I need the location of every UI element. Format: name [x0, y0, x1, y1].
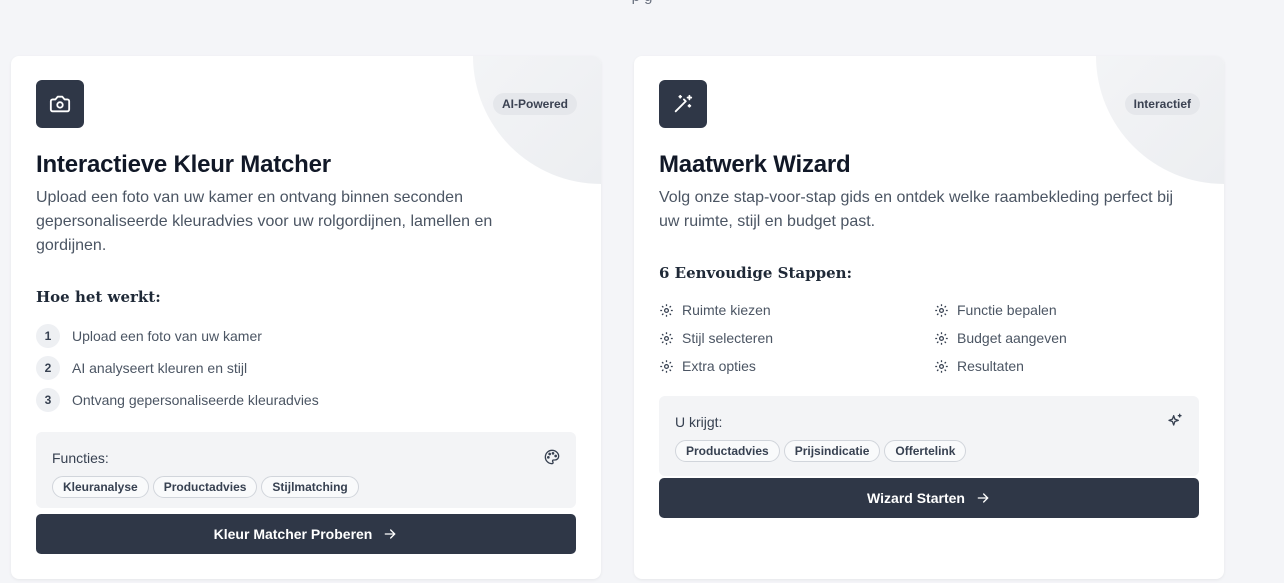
- feature-chip: Stijlmatching: [261, 476, 359, 498]
- benefit-chip: Productadvies: [675, 440, 780, 462]
- corner-decoration: [473, 56, 601, 184]
- step-text: Functie bepalen: [957, 302, 1057, 318]
- step-number: 3: [36, 388, 60, 412]
- features-chips: Kleuranalyse Productadvies Stijlmatching: [52, 476, 359, 498]
- gear-icon: [660, 359, 673, 373]
- step-text: Ontvang gepersonaliseerde kleuradvies: [72, 392, 319, 408]
- step-text: AI analyseert kleuren en stijl: [72, 360, 248, 376]
- step-item: 2 AI analyseert kleuren en stijl: [36, 352, 319, 384]
- wizard-start-button[interactable]: Wizard Starten: [659, 478, 1199, 518]
- step-item: 1 Upload een foto van uw kamer: [36, 320, 319, 352]
- step-item: Budget aangeven: [934, 324, 1209, 352]
- steps-list: 1 Upload een foto van uw kamer 2 AI anal…: [36, 320, 319, 416]
- step-text: Resultaten: [957, 358, 1024, 374]
- step-text: Upload een foto van uw kamer: [72, 328, 262, 344]
- benefits-label: U krijgt:: [675, 414, 723, 430]
- benefits-box: U krijgt: Productadvies Prijsindicatie O…: [659, 396, 1199, 476]
- color-matcher-card: AI-Powered Interactieve Kleur Matcher Up…: [11, 56, 601, 579]
- gear-icon: [660, 303, 673, 317]
- step-item: Stijl selecteren: [659, 324, 934, 352]
- magic-wand-icon: [659, 80, 707, 128]
- interactive-badge: Interactief: [1124, 93, 1200, 115]
- corner-decoration: [1096, 56, 1224, 184]
- step-text: Ruimte kiezen: [682, 302, 771, 318]
- ai-powered-badge: AI-Powered: [492, 93, 577, 115]
- step-number: 2: [36, 356, 60, 380]
- step-item: Ruimte kiezen: [659, 296, 934, 324]
- step-number: 1: [36, 324, 60, 348]
- arrow-right-icon: [977, 493, 989, 503]
- step-text: Budget aangeven: [957, 330, 1067, 346]
- gear-icon: [660, 331, 673, 345]
- step-text: Stijl selecteren: [682, 330, 774, 346]
- steps-heading: 6 Eenvoudige Stappen:: [659, 264, 853, 282]
- feature-chip: Kleuranalyse: [52, 476, 149, 498]
- camera-icon: [36, 80, 84, 128]
- card-title: Interactieve Kleur Matcher: [36, 151, 331, 178]
- card-description: Upload een foto van uw kamer en ontvang …: [36, 189, 493, 254]
- cta-label: Wizard Starten: [867, 490, 965, 506]
- gear-icon: [935, 331, 948, 345]
- gear-icon: [935, 303, 948, 317]
- benefit-chip: Offertelink: [884, 440, 967, 462]
- cta-label: Kleur Matcher Proberen: [213, 526, 373, 542]
- step-text: Extra opties: [682, 358, 756, 374]
- color-matcher-cta-button[interactable]: Kleur Matcher Proberen: [36, 514, 576, 554]
- features-box: Functies: Kleuranalyse Productadvies Sti…: [36, 432, 576, 508]
- arrow-right-icon: [385, 529, 396, 539]
- steps-grid: Ruimte kiezen Functie bepalen Stijl sele…: [659, 296, 1219, 380]
- step-item: Resultaten: [934, 352, 1209, 380]
- step-item: Extra opties: [659, 352, 934, 380]
- step-item: 3 Ontvang gepersonaliseerde kleuradvies: [36, 384, 319, 416]
- palette-icon: [544, 449, 560, 465]
- feature-chip: Productadvies: [152, 476, 258, 498]
- partial-heading-text: p g: [0, 0, 1284, 5]
- gear-icon: [935, 359, 948, 373]
- card-description: Volg onze stap-voor-stap gids en ontdek …: [659, 189, 1174, 230]
- wizard-card: Interactief Maatwerk Wizard Volg onze st…: [634, 56, 1224, 579]
- sparkles-icon: [1168, 413, 1182, 426]
- benefits-chips: Productadvies Prijsindicatie Offertelink: [675, 440, 967, 462]
- step-item: Functie bepalen: [934, 296, 1209, 324]
- features-label: Functies:: [52, 450, 109, 466]
- how-it-works-heading: Hoe het werkt:: [36, 288, 161, 306]
- benefit-chip: Prijsindicatie: [783, 440, 881, 462]
- card-title: Maatwerk Wizard: [659, 151, 851, 178]
